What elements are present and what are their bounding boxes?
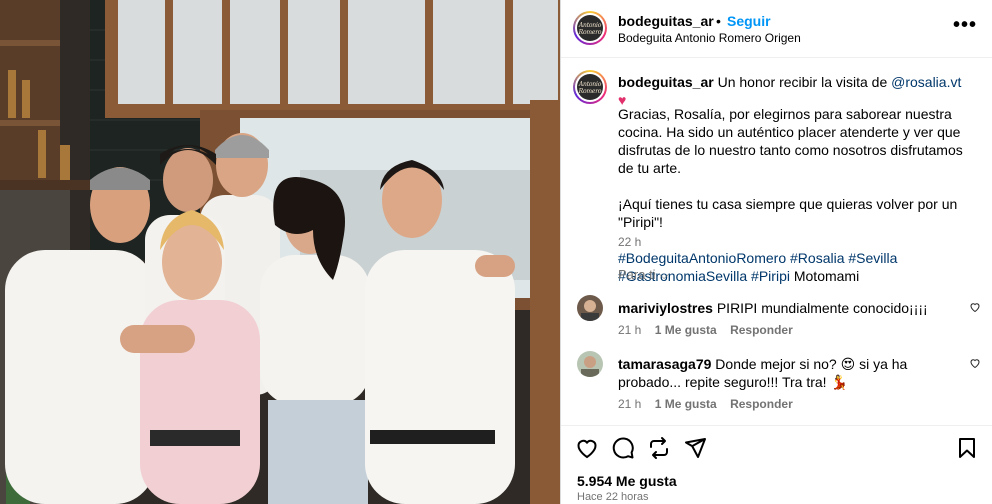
comment-meta: 21 h 1 Me gusta Responder bbox=[618, 397, 803, 411]
repost-icon[interactable] bbox=[647, 436, 671, 460]
comment-body: PIRIPI mundialmente conocido¡¡¡¡ bbox=[716, 300, 928, 316]
commenter-avatar[interactable] bbox=[577, 295, 603, 321]
reply-button[interactable]: Responder bbox=[730, 397, 793, 411]
post-side-panel: Antonio Romero bodeguitas_ar • Seguir Bo… bbox=[560, 0, 992, 504]
caption-mention[interactable]: @rosalia.vt bbox=[891, 74, 961, 90]
comment-text: tamarasaga79 Donde mejor si no? 😍 si ya … bbox=[618, 355, 948, 391]
commenter-username[interactable]: mariviylostres bbox=[618, 300, 713, 316]
caption-avatar-logo: Antonio Romero bbox=[577, 74, 603, 100]
comments-scroll-area[interactable]: Antonio Romero bodeguitas_ar Un honor re… bbox=[561, 59, 992, 425]
caption-body: Gracias, Rosalía, por elegirnos para sab… bbox=[618, 105, 970, 285]
comment-likes[interactable]: 1 Me gusta bbox=[655, 323, 717, 337]
comment-time: 21 h bbox=[618, 323, 642, 337]
caption-headline: bodeguitas_ar Un honor recibir la visita… bbox=[618, 73, 968, 109]
author-avatar[interactable]: Antonio Romero bbox=[573, 11, 607, 45]
send-icon[interactable] bbox=[683, 436, 707, 460]
action-bar: 5.954 Me gusta Hace 22 horas bbox=[561, 425, 992, 504]
comment-icon[interactable] bbox=[611, 436, 635, 460]
comment-heart-icon[interactable] bbox=[969, 357, 981, 369]
caption-time: 22 h bbox=[618, 235, 642, 249]
comment-text: mariviylostres PIRIPI mundialmente conoc… bbox=[618, 299, 948, 317]
para-ti-filter[interactable]: Para ti ⌵ bbox=[618, 267, 669, 283]
avatar-photo bbox=[577, 295, 603, 321]
more-options-button[interactable]: ••• bbox=[953, 14, 977, 37]
comment-likes[interactable]: 1 Me gusta bbox=[655, 397, 717, 411]
bookmark-icon[interactable] bbox=[955, 436, 979, 460]
comment-heart-icon[interactable] bbox=[969, 301, 981, 313]
commenter-avatar[interactable] bbox=[577, 351, 603, 377]
photo-illustration bbox=[0, 0, 560, 504]
post-location[interactable]: Bodeguita Antonio Romero Origen bbox=[618, 31, 801, 45]
like-count[interactable]: 5.954 Me gusta bbox=[577, 473, 677, 489]
comment-meta: 21 h 1 Me gusta Responder bbox=[618, 323, 803, 337]
caption-trailing: Motomami bbox=[793, 268, 860, 284]
post-header: Antonio Romero bodeguitas_ar • Seguir Bo… bbox=[561, 0, 992, 58]
comment-time: 21 h bbox=[618, 397, 642, 411]
caption-paragraph-1: Gracias, Rosalía, por elegirnos para sab… bbox=[618, 106, 963, 176]
heart-icon[interactable] bbox=[575, 436, 599, 460]
reply-button[interactable]: Responder bbox=[730, 323, 793, 337]
follow-button[interactable]: Seguir bbox=[727, 13, 771, 29]
header-separator: • bbox=[716, 13, 721, 29]
author-username[interactable]: bodeguitas_ar bbox=[618, 13, 714, 29]
post-photo[interactable] bbox=[0, 0, 560, 504]
caption-avatar[interactable]: Antonio Romero bbox=[573, 70, 607, 104]
comment-item: mariviylostres PIRIPI mundialmente conoc… bbox=[561, 295, 992, 355]
commenter-username[interactable]: tamarasaga79 bbox=[618, 356, 711, 372]
caption-username[interactable]: bodeguitas_ar bbox=[618, 74, 714, 90]
caption-paragraph-2: ¡Aquí tienes tu casa siempre que quieras… bbox=[618, 196, 958, 230]
post-dialog: Antonio Romero bodeguitas_ar • Seguir Bo… bbox=[0, 0, 992, 504]
post-age: Hace 22 horas bbox=[577, 491, 649, 503]
avatar-photo bbox=[577, 351, 603, 377]
comment-item: tamarasaga79 Donde mejor si no? 😍 si ya … bbox=[561, 351, 992, 411]
caption-intro: Un honor recibir la visita de bbox=[717, 74, 888, 90]
author-avatar-logo: Antonio Romero bbox=[577, 15, 603, 41]
